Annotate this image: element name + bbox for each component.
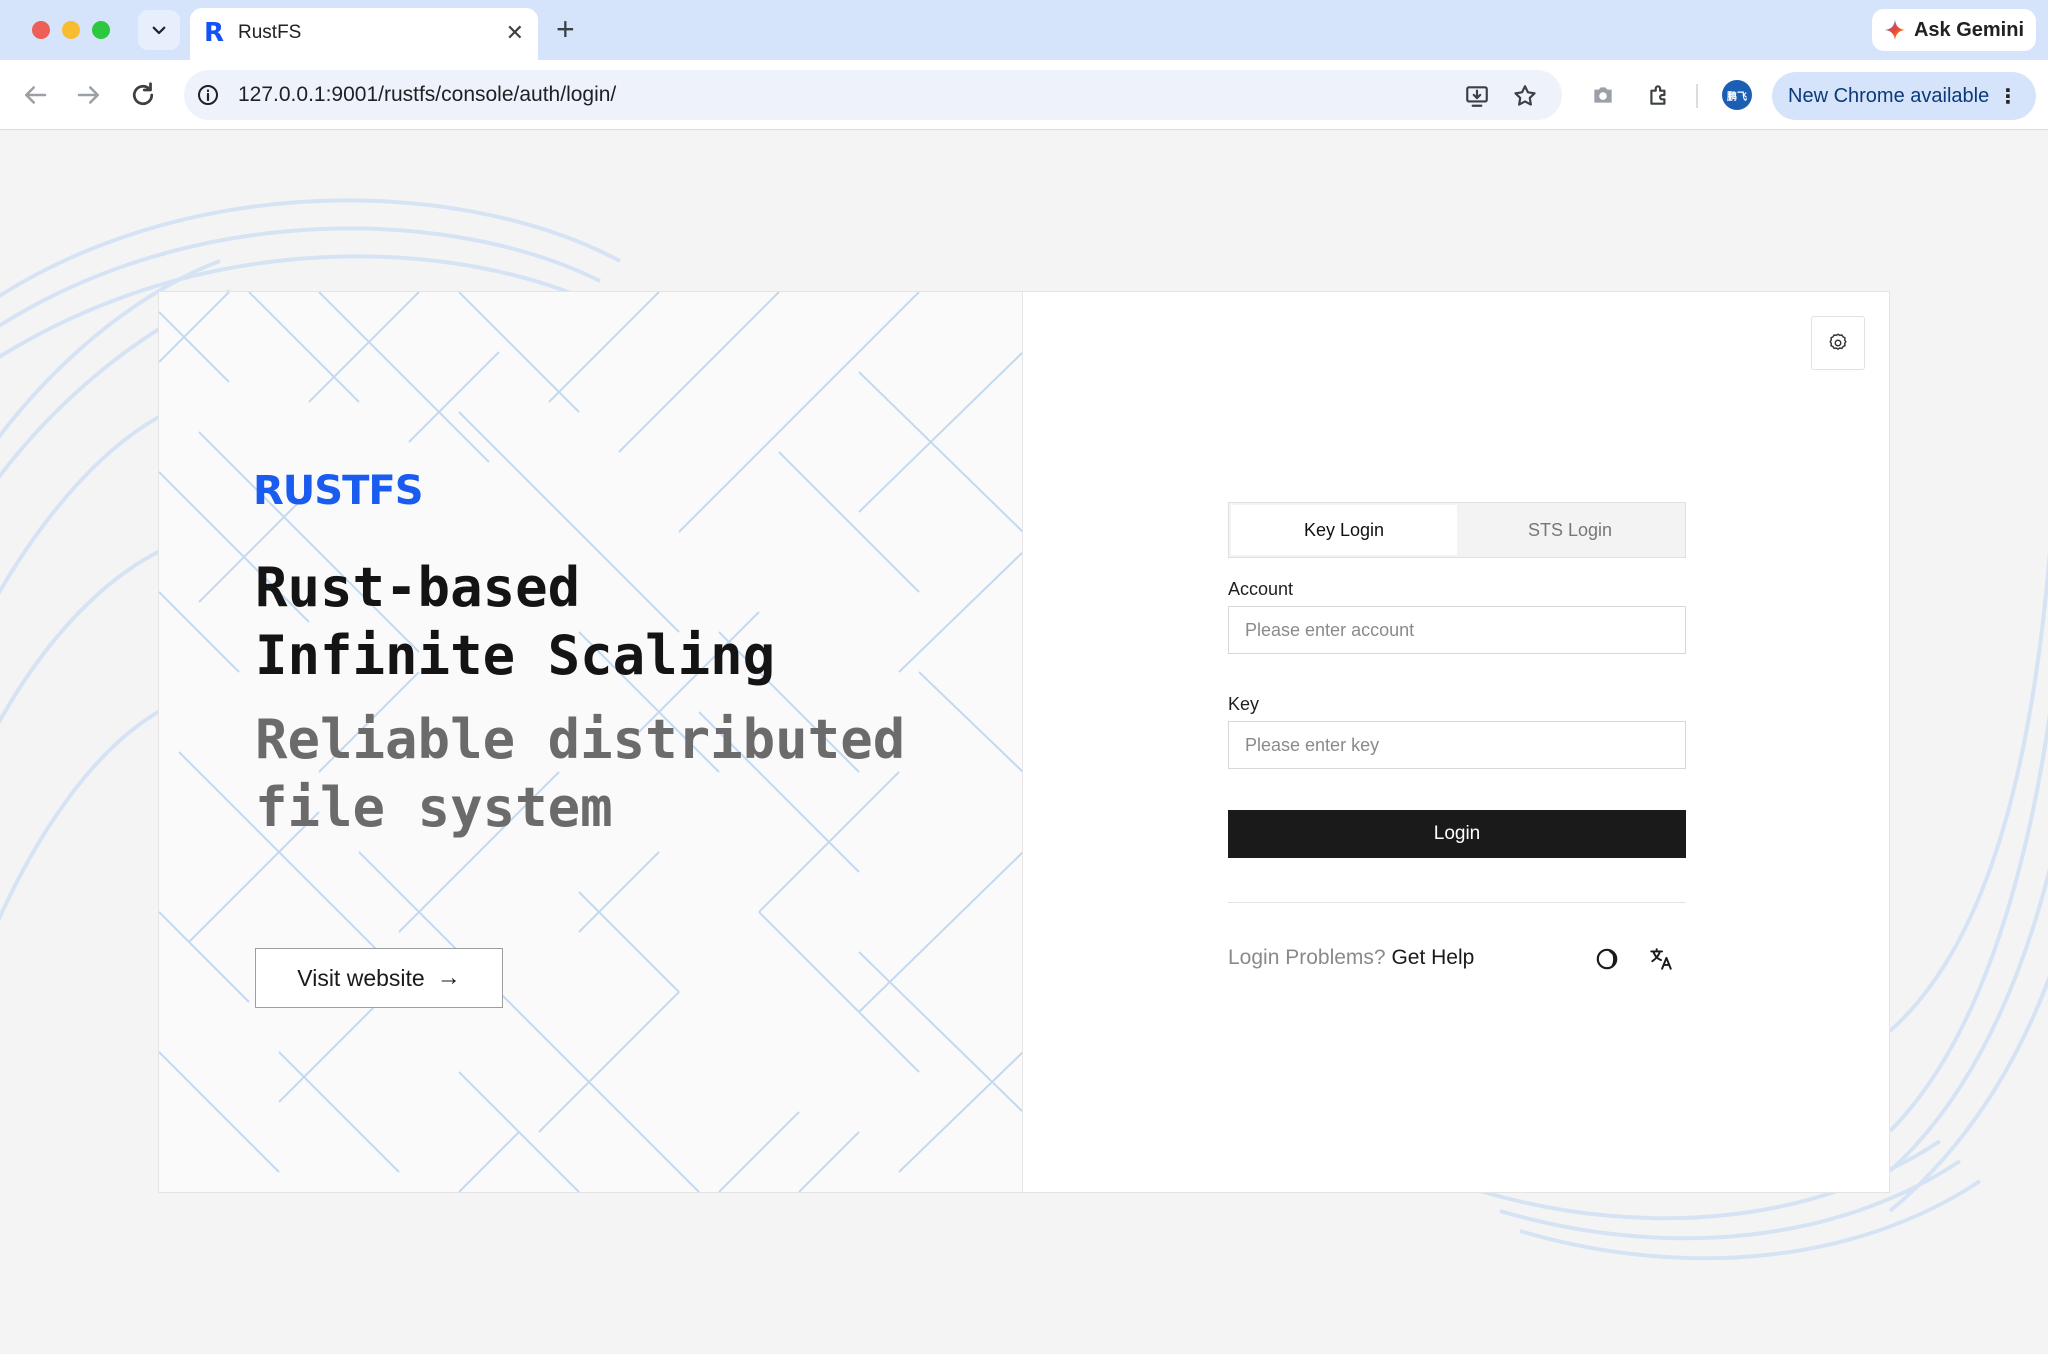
tab-title: RustFS xyxy=(238,22,302,43)
window-close-button[interactable] xyxy=(32,21,50,39)
tab-search-button[interactable] xyxy=(138,10,180,50)
help-prefix: Login Problems? xyxy=(1228,946,1386,969)
translate-icon[interactable] xyxy=(1648,946,1674,972)
login-method-tabs: Key Login STS Login xyxy=(1228,502,1686,558)
forward-icon[interactable] xyxy=(74,80,104,110)
get-help-link[interactable]: Get Help xyxy=(1391,946,1474,969)
star-icon[interactable] xyxy=(1512,83,1538,109)
browser-toolbar: 127.0.0.1:9001/rustfs/console/auth/login… xyxy=(0,60,2048,130)
update-label: New Chrome available xyxy=(1788,84,1990,107)
browser-tab[interactable]: R RustFS ✕ xyxy=(190,8,538,60)
install-icon[interactable] xyxy=(1464,83,1490,109)
ask-gemini-button[interactable]: Ask Gemini xyxy=(1872,9,2036,51)
theme-toggle-icon[interactable] xyxy=(1594,946,1620,972)
close-icon[interactable]: ✕ xyxy=(506,20,524,46)
account-input[interactable] xyxy=(1228,606,1686,654)
chrome-update-button[interactable]: New Chrome available ⋮ xyxy=(1772,72,2036,120)
menu-icon[interactable]: ⋮ xyxy=(1998,84,2018,109)
window-maximize-button[interactable] xyxy=(92,21,110,39)
login-panel: Key Login STS Login Account Key Login Lo… xyxy=(1024,292,1889,1192)
key-label: Key xyxy=(1228,694,1260,714)
visit-website-button[interactable]: Visit website → xyxy=(255,948,503,1008)
rustfs-logo: RUSTFS xyxy=(253,468,424,514)
gemini-sparkle-icon xyxy=(1884,19,1906,41)
hero-headline: Rust-based Infinite Scaling xyxy=(255,554,995,690)
browser-tab-strip: R RustFS ✕ + Ask Gemini xyxy=(0,0,2048,60)
login-help: Login Problems? Get Help xyxy=(1228,946,1474,970)
info-icon[interactable] xyxy=(196,83,220,107)
reload-icon[interactable] xyxy=(128,80,158,110)
login-button[interactable]: Login xyxy=(1228,810,1686,858)
subline-line-1: Reliable distributed xyxy=(255,708,906,771)
headline-line-1: Rust-based xyxy=(255,556,581,619)
address-bar[interactable]: 127.0.0.1:9001/rustfs/console/auth/login… xyxy=(184,70,1562,120)
hero-subline: Reliable distributed file system xyxy=(255,706,995,842)
back-icon[interactable] xyxy=(20,80,50,110)
headline-line-2: Infinite Scaling xyxy=(255,624,776,687)
hero-panel: RUSTFS Rust-based Infinite Scaling Relia… xyxy=(159,292,1023,1192)
key-input[interactable] xyxy=(1228,721,1686,769)
subline-line-2: file system xyxy=(255,776,613,839)
avatar[interactable]: 鹏飞 xyxy=(1722,80,1752,110)
settings-button[interactable] xyxy=(1811,316,1865,370)
plus-icon[interactable]: + xyxy=(556,12,575,46)
tab-key-login[interactable]: Key Login xyxy=(1231,505,1457,555)
login-card: RUSTFS Rust-based Infinite Scaling Relia… xyxy=(158,291,1890,1193)
url-text[interactable]: 127.0.0.1:9001/rustfs/console/auth/login… xyxy=(238,83,616,107)
chevron-down-icon xyxy=(152,26,166,35)
page-viewport: RUSTFS Rust-based Infinite Scaling Relia… xyxy=(0,131,2048,1354)
tab-sts-login[interactable]: STS Login xyxy=(1457,505,1683,555)
window-minimize-button[interactable] xyxy=(62,21,80,39)
form-divider xyxy=(1228,902,1686,903)
visit-website-label: Visit website xyxy=(297,964,425,991)
gear-icon xyxy=(1829,333,1847,350)
extensions-icon[interactable] xyxy=(1646,82,1672,108)
ask-gemini-label: Ask Gemini xyxy=(1913,18,2025,41)
camera-icon[interactable] xyxy=(1590,82,1616,108)
account-label: Account xyxy=(1228,579,1294,599)
rustfs-favicon: R xyxy=(204,18,225,48)
arrow-right-icon: → xyxy=(436,964,461,991)
toolbar-divider xyxy=(1696,84,1698,108)
